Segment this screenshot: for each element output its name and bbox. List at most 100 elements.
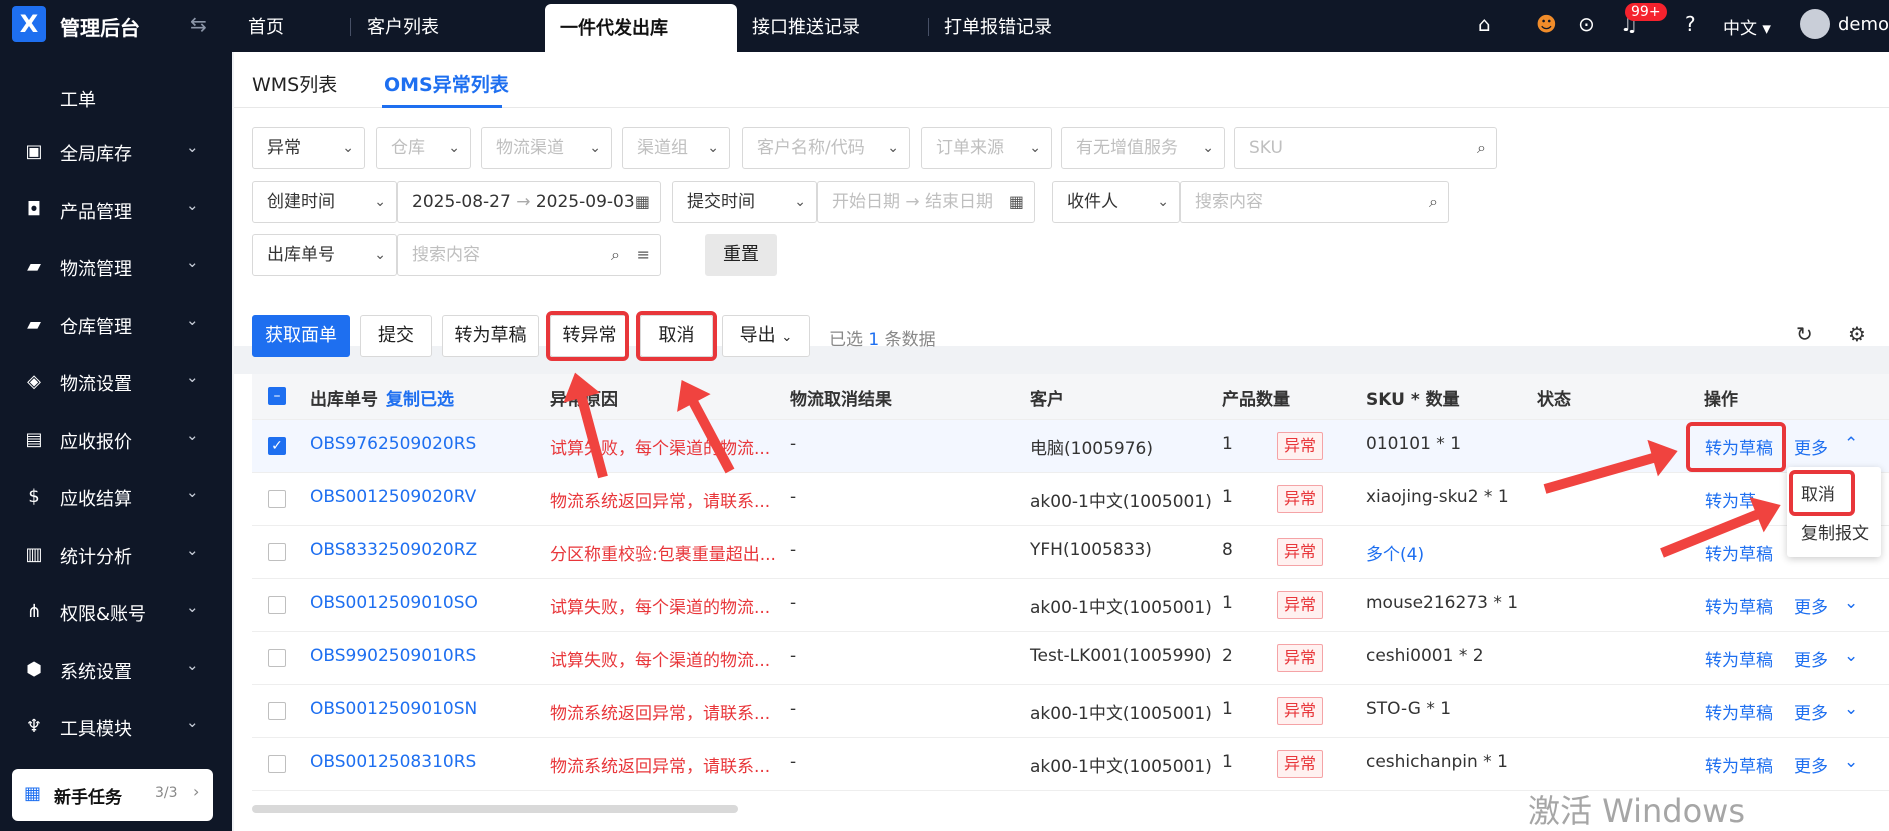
sku-quantity[interactable]: 多个(4) — [1366, 540, 1424, 565]
user-name[interactable]: demo — [1838, 14, 1889, 35]
status-badge: 异常 — [1277, 538, 1324, 566]
sidebar-item-logistics-settings[interactable]: ◈ 物流设置 ⌄ — [0, 362, 232, 402]
order-no-link[interactable]: OBS9902509010RS — [310, 646, 476, 666]
create-time-select[interactable]: 创建时间 ⌄ — [252, 181, 397, 223]
language-select[interactable]: 中文 ▾ — [1723, 14, 1771, 39]
get-label-button[interactable]: 获取面单 — [252, 315, 350, 357]
col-sku: SKU * 数量 — [1366, 390, 1460, 410]
status-select[interactable]: 异常 ⌄ — [252, 127, 365, 169]
truck-icon: ▰ — [27, 256, 41, 277]
to-draft-link[interactable]: 转为草稿 — [1705, 699, 1773, 724]
help-icon[interactable]: ? — [1685, 12, 1696, 36]
order-no-label: 出库单号 — [267, 245, 335, 265]
copy-selected-link[interactable]: 复制已选 — [386, 385, 454, 410]
notification-badge: 99+ — [1625, 3, 1667, 21]
more-dropdown-link[interactable]: 更多 — [1794, 434, 1828, 459]
order-no-link[interactable]: OBS0012509010SN — [310, 699, 477, 719]
more-dropdown-link[interactable]: 更多 — [1794, 752, 1828, 777]
row-checkbox[interactable] — [268, 649, 286, 667]
horizontal-scrollbar[interactable] — [252, 805, 738, 813]
to-draft-button[interactable]: 转为草稿 — [442, 315, 539, 357]
order-no-select[interactable]: 出库单号 ⌄ — [252, 234, 397, 276]
order-source-select[interactable]: 订单来源 ⌄ — [921, 127, 1052, 169]
order-no-link[interactable]: OBS8332509020RZ — [310, 540, 477, 560]
sidebar-item-logistics[interactable]: ▰ 物流管理 ⌄ — [0, 247, 232, 287]
to-draft-link[interactable]: 转为草稿 — [1705, 593, 1773, 618]
list-icon[interactable]: ≡ — [637, 235, 650, 275]
submit-button[interactable]: 提交 — [360, 315, 432, 357]
chevron-down-icon: ⌄ — [186, 138, 199, 156]
to-draft-link[interactable]: 转为草稿 — [1705, 752, 1773, 777]
more-dropdown-link[interactable]: 更多 — [1794, 699, 1828, 724]
customer-select[interactable]: 客户名称/代码 ⌄ — [742, 127, 910, 169]
sidebar-item-statistics[interactable]: ▥ 统计分析 ⌄ — [0, 535, 232, 575]
row-checkbox[interactable] — [268, 543, 286, 561]
subtab-wms[interactable]: WMS列表 — [252, 70, 337, 97]
order-no-link[interactable]: OBS0012509020RV — [310, 487, 476, 507]
warehouse-select[interactable]: 仓库 ⌄ — [376, 127, 471, 169]
to-draft-link[interactable]: 转为草稿 — [1705, 540, 1773, 565]
sidebar-item-receivable-settlement[interactable]: $ 应收结算 ⌄ — [0, 477, 232, 517]
row-checkbox[interactable] — [268, 755, 286, 773]
tab-customers[interactable]: 客户列表 — [367, 0, 439, 52]
sidebar-item-tools[interactable]: ♆ 工具模块 ⌄ — [0, 707, 232, 747]
indent-icon[interactable]: ⇆ — [190, 12, 207, 36]
select-all-checkbox[interactable]: – — [268, 387, 286, 405]
column-settings-icon[interactable]: ⚙ — [1848, 322, 1866, 346]
refresh-icon[interactable]: ↻ — [1796, 322, 1813, 346]
tab-print-errors[interactable]: 打单报错记录 — [944, 0, 1052, 52]
to-draft-link[interactable]: 转为草稿 — [1705, 646, 1773, 671]
tab-divider — [350, 18, 351, 36]
chevron-down-icon: ⌄ — [186, 483, 199, 501]
calendar-icon: ▦ — [634, 192, 650, 211]
sku-input[interactable]: SKU ⌕ — [1234, 127, 1497, 169]
chevron-down-icon: ⌄ — [1844, 699, 1859, 719]
more-dropdown-link[interactable]: 更多 — [1794, 646, 1828, 671]
sidebar-item-tickets[interactable]: 工单 — [0, 78, 232, 118]
sidebar-item-system-settings[interactable]: ⬢ 系统设置 ⌄ — [0, 650, 232, 690]
sidebar-item-products[interactable]: ◘ 产品管理 ⌄ — [0, 190, 232, 230]
create-time-label: 创建时间 — [267, 192, 335, 212]
channel-group-select[interactable]: 渠道组 ⌄ — [622, 127, 730, 169]
col-cancel-result: 物流取消结果 — [790, 390, 892, 410]
order-no-link[interactable]: OBS9762509020RS — [310, 434, 476, 454]
sidebar-item-permissions[interactable]: ⋔ 权限&账号 ⌄ — [0, 592, 232, 632]
row-checkbox[interactable]: ✓ — [268, 437, 286, 455]
tab-push-records[interactable]: 接口推送记录 — [752, 0, 860, 52]
reset-button[interactable]: 重置 — [705, 234, 777, 276]
robot-icon[interactable]: ☻ — [1536, 12, 1557, 36]
chevron-down-icon: ⌄ — [342, 140, 354, 156]
create-date-range[interactable]: 2025-08-27 → 2025-09-03 ▦ — [397, 181, 661, 223]
receiver-select[interactable]: 收件人 ⌄ — [1052, 181, 1180, 223]
subtab-oms-exception[interactable]: OMS异常列表 — [384, 70, 509, 97]
chevron-down-icon: ⌄ — [781, 330, 793, 345]
avatar[interactable] — [1800, 9, 1830, 39]
row-checkbox[interactable] — [268, 596, 286, 614]
menu-item-copy-message[interactable]: 复制报文 — [1801, 519, 1869, 544]
row-checkbox[interactable] — [268, 490, 286, 508]
value-added-select[interactable]: 有无增值服务 ⌄ — [1061, 127, 1225, 169]
tab-outbound[interactable]: 一件代发出库 — [545, 4, 737, 52]
sidebar-item-inventory[interactable]: ▣ 全局库存 ⌄ — [0, 132, 232, 172]
more-dropdown-link[interactable]: 更多 — [1794, 593, 1828, 618]
sidebar-item-label: 权限&账号 — [60, 604, 147, 625]
tab-home[interactable]: 首页 — [248, 0, 284, 52]
submit-time-select[interactable]: 提交时间 ⌄ — [672, 181, 817, 223]
sidebar-item-receivable-quote[interactable]: ▤ 应收报价 ⌄ — [0, 420, 232, 460]
inbox-icon[interactable]: ⌂ — [1478, 12, 1491, 36]
channel-select[interactable]: 物流渠道 ⌄ — [481, 127, 612, 169]
receiver-search-input[interactable]: 搜索内容 ⌕ — [1180, 181, 1449, 223]
chevron-down-icon: ⌄ — [794, 194, 806, 210]
download-icon[interactable]: ⊙ — [1578, 12, 1595, 36]
order-no-link[interactable]: OBS0012508310RS — [310, 752, 476, 772]
export-button[interactable]: 导出 ⌄ — [722, 315, 810, 357]
row-checkbox[interactable] — [268, 702, 286, 720]
order-search-input[interactable]: 搜索内容 ⌕ ≡ — [397, 234, 661, 276]
chevron-down-icon: ⌄ — [186, 253, 199, 271]
new-task-card[interactable]: ▦ 新手任务 3/3 › — [12, 769, 213, 821]
chevron-down-icon: ⌄ — [186, 311, 199, 329]
to-draft-link[interactable]: 转为草 — [1705, 487, 1756, 512]
order-no-link[interactable]: OBS0012509010SO — [310, 593, 478, 613]
sidebar-item-warehouse[interactable]: ▰ 仓库管理 ⌄ — [0, 305, 232, 345]
submit-date-range[interactable]: 开始日期 → 结束日期 ▦ — [817, 181, 1035, 223]
